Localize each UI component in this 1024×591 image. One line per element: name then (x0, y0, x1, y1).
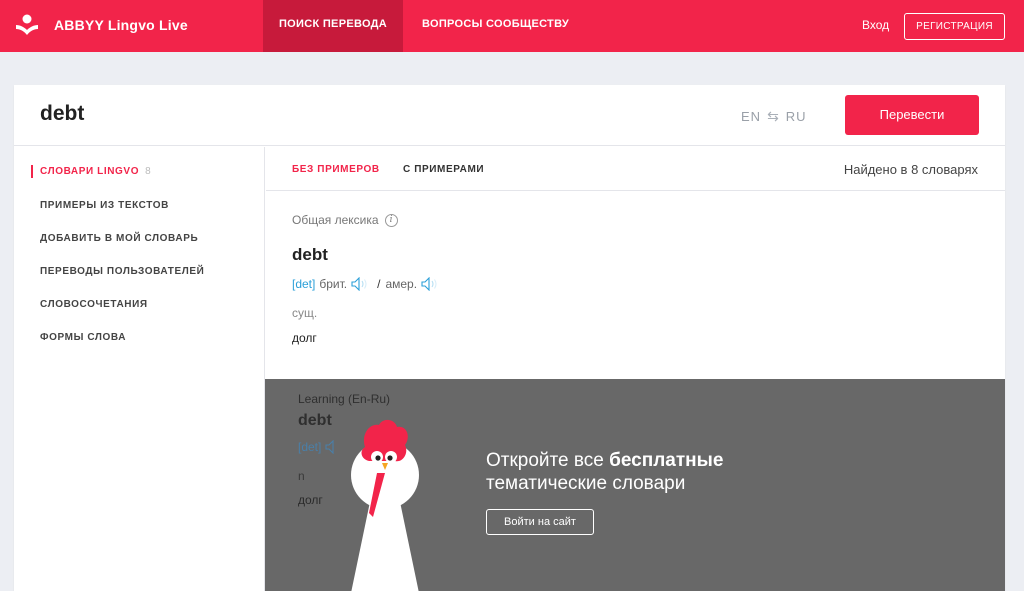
promo-transcription: [det] (298, 440, 322, 454)
sidebar-item-label: Словари Lingvo (40, 166, 140, 177)
sidebar: Словари Lingvo 8 Примеры из текстов Добав… (14, 147, 265, 591)
promo-dictionary-name: Learning (En-Ru) (298, 392, 391, 406)
promo-translation: долг (298, 493, 323, 507)
speaker-icon[interactable] (351, 277, 369, 291)
logo-text: ABBYY Lingvo Live (54, 17, 188, 33)
login-link[interactable]: Вход (862, 18, 889, 32)
translation: долг (292, 331, 317, 345)
main-panel: debt EN ⇆ RU Перевести Словари Lingvo 8 П… (14, 85, 1005, 591)
promo-headline-line2: тематические словари (486, 473, 686, 494)
target-language[interactable]: RU (786, 109, 807, 124)
part-of-speech: сущ. (292, 306, 318, 320)
nav-community-questions[interactable]: Вопросы сообществу (422, 0, 569, 52)
top-bar: ABBYY Lingvo Live Поиск перевода Вопросы… (0, 0, 1024, 52)
sidebar-item-user-translations[interactable]: Переводы пользователей (40, 266, 204, 277)
sidebar-item-phrases[interactable]: Словосочетания (40, 299, 148, 310)
sidebar-item-text-examples[interactable]: Примеры из текстов (40, 200, 169, 211)
search-row: debt EN ⇆ RU Перевести (14, 85, 1005, 146)
info-icon[interactable]: i (384, 213, 398, 227)
sidebar-item-lingvo-dictionaries[interactable]: Словари Lingvo 8 (30, 165, 152, 178)
tab-with-examples[interactable]: С примерами (403, 164, 484, 175)
speaker-icon[interactable] (421, 277, 439, 291)
results-tabs: Без примеров С примерами Найдено в 8 сло… (266, 147, 1005, 191)
source-language[interactable]: EN (741, 109, 761, 124)
promo-login-button[interactable]: Войти на сайт (486, 509, 594, 535)
promo-headline-normal: Откройте все (486, 450, 610, 471)
swap-arrows-icon[interactable]: ⇆ (767, 108, 780, 125)
promo-headline-bold: бесплатные (609, 450, 724, 471)
nav-search-translation[interactable]: Поиск перевода (263, 0, 403, 52)
promo-pronunciation: [det] (298, 440, 343, 454)
logo[interactable]: ABBYY Lingvo Live (14, 12, 188, 38)
tab-without-examples[interactable]: Без примеров (292, 164, 380, 175)
sidebar-item-add-to-my-dictionary[interactable]: Добавить в мой словарь (40, 233, 198, 244)
search-query[interactable]: debt (40, 102, 84, 126)
lingvo-logo-icon (16, 14, 38, 35)
brit-label: брит. (319, 277, 348, 291)
sidebar-item-count: 8 (145, 166, 152, 177)
transcription: [det] (292, 277, 316, 291)
promo-banner: Learning (En-Ru) debt [det] n долг Откро… (265, 379, 1005, 591)
entry-word: debt (292, 245, 328, 264)
register-button[interactable]: Регистрация (904, 13, 1005, 40)
language-pair: EN ⇆ RU (741, 108, 807, 125)
dictionary-name: Общая лексика i (292, 213, 398, 227)
mascot-bird (351, 419, 419, 591)
found-count: Найдено в 8 словарях (843, 162, 978, 177)
pron-separator: / (377, 277, 381, 291)
speaker-icon (325, 440, 334, 454)
promo-word: debt (298, 412, 332, 429)
dictionary-title: Общая лексика (292, 213, 379, 227)
pronunciation-row: [det] брит. / амер. (292, 277, 439, 291)
promo-part-of-speech: n (298, 469, 305, 483)
amer-label: амер. (385, 277, 418, 291)
promo-headline: Откройте все бесплатные тематические сло… (486, 449, 723, 495)
sidebar-item-word-forms[interactable]: Формы слова (40, 332, 126, 343)
translate-button[interactable]: Перевести (845, 95, 979, 135)
